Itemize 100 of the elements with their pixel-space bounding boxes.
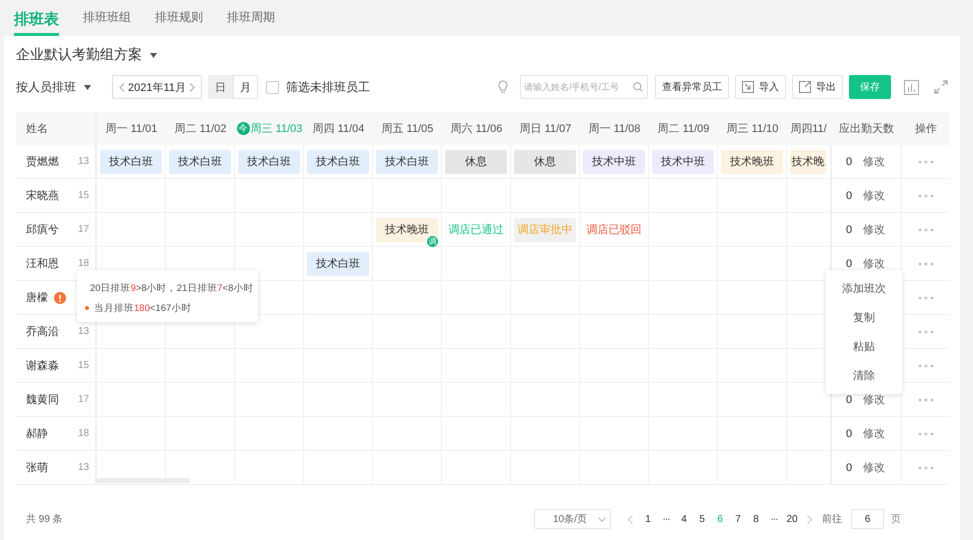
more-icon[interactable] xyxy=(918,398,934,402)
tab[interactable]: 排班周期 xyxy=(227,5,275,36)
export-button[interactable]: 导出 xyxy=(792,75,843,99)
checkbox[interactable] xyxy=(266,80,279,94)
edit-link[interactable]: 修改 xyxy=(863,392,885,407)
chevron-right-icon[interactable] xyxy=(807,514,812,524)
adjust-badge: 调 xyxy=(426,235,439,248)
shift-block[interactable]: 技术中班 xyxy=(583,150,645,174)
due-days: 0 xyxy=(846,394,852,406)
shift-block[interactable]: 技术白班 xyxy=(307,150,369,174)
menu-item[interactable]: 清除 xyxy=(826,361,902,390)
edit-link[interactable]: 修改 xyxy=(863,256,885,271)
status-text: 调店审批中 xyxy=(514,218,576,242)
date-label: 周二 11/02 xyxy=(174,122,226,136)
page-number[interactable]: 5 xyxy=(693,509,711,529)
more-icon[interactable] xyxy=(918,262,934,266)
chevron-left-icon[interactable] xyxy=(119,82,125,92)
edit-link[interactable]: 修改 xyxy=(863,460,885,475)
date-label: 周二 11/09 xyxy=(658,122,710,136)
checkbox-label[interactable]: 筛选未排班员工 xyxy=(286,78,370,96)
warning-icon[interactable] xyxy=(54,292,66,304)
page-ellipsis[interactable]: ··· xyxy=(765,509,783,529)
shift-block[interactable]: 技术白班 xyxy=(238,150,300,174)
employee-name: 唐檬 xyxy=(26,290,48,305)
page-suffix: 页 xyxy=(891,513,901,526)
today-badge: 今 xyxy=(236,122,250,135)
shift-block[interactable]: 技术白班 xyxy=(307,252,369,276)
caret-icon xyxy=(84,84,91,90)
shift-block[interactable]: 技术白班 xyxy=(376,150,438,174)
employee-name: 邱瘨兮 xyxy=(26,222,59,237)
bullet-dot xyxy=(85,306,89,310)
employee-number: 18 xyxy=(78,428,90,439)
caret-icon[interactable] xyxy=(150,52,157,58)
menu-item[interactable]: 粘贴 xyxy=(826,332,902,361)
shift-block[interactable]: 休息 xyxy=(445,150,507,174)
bar-chart-icon[interactable] xyxy=(904,80,919,94)
more-icon[interactable] xyxy=(918,364,934,368)
date-label: 周三 11/03 xyxy=(250,122,302,136)
employee-number: 17 xyxy=(78,224,90,235)
employee-name: 宋晓燕 xyxy=(26,188,59,203)
more-icon[interactable] xyxy=(918,296,934,300)
due-days: 0 xyxy=(846,462,852,474)
chevron-right-icon[interactable] xyxy=(188,82,195,92)
view-toggle[interactable]: 日 xyxy=(208,75,233,99)
shift-block[interactable]: 技术中班 xyxy=(652,150,714,174)
menu-item[interactable]: 复制 xyxy=(826,303,902,332)
shift-block[interactable]: 技术白班 xyxy=(100,150,162,174)
more-icon[interactable] xyxy=(918,160,934,164)
goto-page-field[interactable]: 6 xyxy=(851,509,884,529)
edit-link[interactable]: 修改 xyxy=(863,426,885,441)
abnormal-employees-button[interactable]: 查看异常员工 xyxy=(655,75,729,99)
lightbulb-icon[interactable] xyxy=(497,80,509,94)
employee-name: 汪和恩 xyxy=(26,257,59,271)
export-icon xyxy=(799,81,811,93)
more-icon[interactable] xyxy=(918,330,934,334)
status-text: 调店已通过 xyxy=(448,222,504,238)
import-button[interactable]: 导入 xyxy=(735,75,786,99)
shift-block[interactable]: 技术白班 xyxy=(169,150,231,174)
employee-number: 15 xyxy=(78,360,90,371)
menu-item[interactable]: 添加班次 xyxy=(826,274,902,303)
tab[interactable]: 排班班组 xyxy=(83,5,131,36)
total-count: 共 99 条 xyxy=(25,512,63,526)
view-toggle[interactable]: 月 xyxy=(233,75,258,99)
date-label: 周四 11/04 xyxy=(312,122,364,136)
page-number[interactable]: 8 xyxy=(747,509,765,529)
scheme-title[interactable]: 企业默认考勤组方案 xyxy=(16,46,142,64)
edit-link[interactable]: 修改 xyxy=(863,222,885,237)
tooltip-text: 当月排班180<167小时 xyxy=(94,302,192,314)
tooltip-text: 20日排班9>8小时，21日排班7<8小时 xyxy=(90,282,254,294)
more-icon[interactable] xyxy=(918,466,934,470)
edit-link[interactable]: 修改 xyxy=(863,154,885,169)
employee-number: 13 xyxy=(78,462,90,473)
employee-name: 张萌 xyxy=(26,461,48,475)
page-number[interactable]: 4 xyxy=(675,509,693,529)
tab[interactable]: 排班规则 xyxy=(155,5,203,36)
mode-dropdown[interactable]: 按人员排班 xyxy=(16,78,91,96)
page-number[interactable]: 1 xyxy=(639,509,657,529)
page-number[interactable]: 7 xyxy=(729,509,747,529)
employee-name: 乔高沿 xyxy=(26,324,59,339)
shift-block[interactable]: 技术晚 xyxy=(790,150,826,174)
page-ellipsis[interactable]: ··· xyxy=(657,509,675,529)
more-icon[interactable] xyxy=(918,194,934,198)
page-number[interactable]: 20 xyxy=(783,509,801,529)
column-header: 应出勤天数 xyxy=(838,122,895,137)
month-picker[interactable]: 2021年11月 xyxy=(112,75,202,99)
shift-block[interactable]: 技术晚班 xyxy=(721,150,783,174)
more-icon[interactable] xyxy=(918,228,934,232)
fullscreen-icon[interactable] xyxy=(934,80,948,94)
shift-block[interactable]: 休息 xyxy=(514,150,576,174)
employee-name: 谢森淼 xyxy=(26,359,59,373)
search-field[interactable]: 请输入姓名/手机号/工号 xyxy=(520,75,648,99)
date-label: 周一 11/08 xyxy=(588,122,640,136)
due-days: 0 xyxy=(846,258,852,270)
employee-name: 贾燃燃 xyxy=(26,155,59,169)
page-size-select[interactable]: 10条/页 xyxy=(534,509,611,529)
import-icon xyxy=(742,81,754,93)
chevron-left-icon[interactable] xyxy=(628,514,633,524)
status-text: 调店已驳回 xyxy=(586,222,642,238)
more-icon[interactable] xyxy=(918,432,934,436)
edit-link[interactable]: 修改 xyxy=(863,188,885,203)
